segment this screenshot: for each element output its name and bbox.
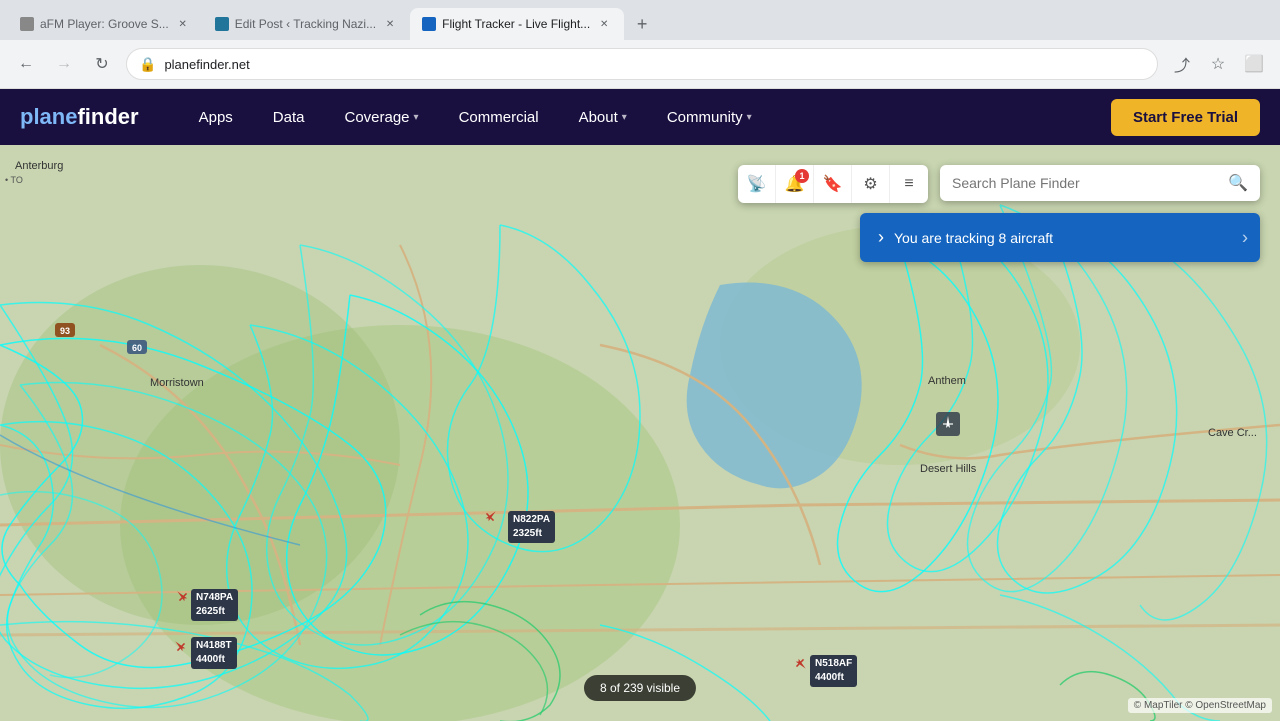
tracking-text: You are tracking 8 aircraft: [894, 230, 1053, 246]
tab-3-favicon: [422, 17, 436, 31]
nav-coverage-label: Coverage: [344, 109, 409, 126]
nav-apps-label: Apps: [199, 109, 233, 126]
nav-item-about[interactable]: About ▾: [559, 89, 647, 145]
status-text: 8 of 239 visible: [600, 681, 680, 695]
nav-item-data[interactable]: Data: [253, 89, 325, 145]
notification-badge: 1: [795, 169, 809, 183]
nav-item-coverage[interactable]: Coverage ▾: [324, 89, 438, 145]
nav-data-label: Data: [273, 109, 305, 126]
bookmark-button[interactable]: ☆: [1204, 50, 1232, 78]
flight-label-n4188t[interactable]: N4188T 4400ft: [191, 637, 237, 669]
nav-item-community[interactable]: Community ▾: [647, 89, 772, 145]
tracking-banner[interactable]: › You are tracking 8 aircraft ›: [860, 213, 1260, 262]
nav-community-label: Community: [667, 109, 743, 126]
tracking-expand-icon: ›: [878, 227, 884, 248]
svg-text:60: 60: [132, 343, 142, 353]
reload-button[interactable]: ↻: [88, 50, 116, 78]
address-bar: ← → ↻ 🔒 planefinder.net ⤴ ☆ ⬜: [0, 40, 1280, 88]
extensions-button[interactable]: ⬜: [1240, 50, 1268, 78]
settings-icon[interactable]: ⚙: [852, 165, 890, 203]
browser-chrome: aFM Player: Groove S... ✕ Edit Post ‹ Tr…: [0, 0, 1280, 89]
lock-icon: 🔒: [139, 56, 156, 73]
tab-bar: aFM Player: Groove S... ✕ Edit Post ‹ Tr…: [0, 0, 1280, 40]
map-label-morristown: Morristown: [150, 377, 204, 389]
nav-commercial-label: Commercial: [459, 109, 539, 126]
map-label-cavecreek: Cave Cr...: [1208, 427, 1257, 439]
tab-1-favicon: [20, 17, 34, 31]
flight-alt-n822pa: 2325ft: [513, 527, 550, 541]
bookmarks-icon[interactable]: 🔖: [814, 165, 852, 203]
flight-label-n822pa[interactable]: N822PA 2325ft: [508, 511, 555, 543]
menu-icon[interactable]: ≡: [890, 165, 928, 203]
map-copyright: © MapTiler © OpenStreetMap: [1128, 698, 1272, 713]
flight-callsign-n518af: N518AF: [815, 657, 852, 671]
tracking-more-icon: ›: [1242, 227, 1248, 248]
url-text: planefinder.net: [164, 57, 1145, 72]
flight-label-n518af[interactable]: N518AF 4400ft: [810, 655, 857, 687]
search-input[interactable]: [952, 175, 1220, 191]
tab-1-title: aFM Player: Groove S...: [40, 17, 169, 31]
flight-callsign-n822pa: N822PA: [513, 513, 550, 527]
coverage-chevron-icon: ▾: [414, 112, 419, 123]
radar-icon[interactable]: 📡: [738, 165, 776, 203]
map-label-deserthills: Desert Hills: [920, 463, 976, 475]
tab-1[interactable]: aFM Player: Groove S... ✕: [8, 8, 203, 40]
search-icon[interactable]: 🔍: [1228, 173, 1248, 193]
tab-1-close[interactable]: ✕: [175, 16, 191, 32]
svg-text:93: 93: [60, 326, 70, 336]
status-bar: 8 of 239 visible: [584, 675, 696, 701]
nav-item-apps[interactable]: Apps: [179, 89, 253, 145]
map-container[interactable]: 60 93 Anterburg • TO Morristown Anthem D…: [0, 145, 1280, 721]
tab-2-close[interactable]: ✕: [382, 16, 398, 32]
forward-button[interactable]: →: [50, 50, 78, 78]
app-header: planefinder Apps Data Coverage ▾ Commerc…: [0, 89, 1280, 145]
flight-alt-n748pa: 2625ft: [196, 605, 233, 619]
tab-3-title: Flight Tracker - Live Flight...: [442, 17, 590, 31]
share-button[interactable]: ⤴: [1168, 50, 1196, 78]
url-bar[interactable]: 🔒 planefinder.net: [126, 48, 1158, 80]
map-label-sub1: • TO: [5, 175, 23, 185]
main-nav: Apps Data Coverage ▾ Commercial About ▾ …: [179, 89, 1111, 145]
flight-label-n748pa[interactable]: N748PA 2625ft: [191, 589, 238, 621]
nav-about-label: About: [579, 109, 618, 126]
tab-3[interactable]: Flight Tracker - Live Flight... ✕: [410, 8, 624, 40]
search-bar: 🔍: [940, 165, 1260, 201]
map-tool-icons: 📡 🔔 1 🔖 ⚙ ≡: [738, 165, 928, 203]
flight-alt-n4188t: 4400ft: [196, 653, 232, 667]
flight-alt-n518af: 4400ft: [815, 671, 852, 685]
community-chevron-icon: ▾: [747, 112, 752, 123]
flight-callsign-n748pa: N748PA: [196, 591, 233, 605]
flight-callsign-n4188t: N4188T: [196, 639, 232, 653]
about-chevron-icon: ▾: [622, 112, 627, 123]
tab-3-close[interactable]: ✕: [596, 16, 612, 32]
search-overlay: 🔍: [940, 165, 1260, 201]
app-logo: planefinder: [20, 104, 139, 130]
new-tab-button[interactable]: +: [628, 10, 656, 38]
start-free-button[interactable]: Start Free Trial: [1111, 99, 1260, 136]
tab-2[interactable]: Edit Post ‹ Tracking Nazi... ✕: [203, 8, 410, 40]
notification-icon[interactable]: 🔔 1: [776, 165, 814, 203]
tab-2-favicon: [215, 17, 229, 31]
map-label-city1: Anterburg: [15, 160, 63, 172]
back-button[interactable]: ←: [12, 50, 40, 78]
nav-item-commercial[interactable]: Commercial: [439, 89, 559, 145]
browser-actions: ⤴ ☆ ⬜: [1168, 50, 1268, 78]
tab-2-title: Edit Post ‹ Tracking Nazi...: [235, 17, 376, 31]
map-label-anthem: Anthem: [928, 375, 966, 387]
